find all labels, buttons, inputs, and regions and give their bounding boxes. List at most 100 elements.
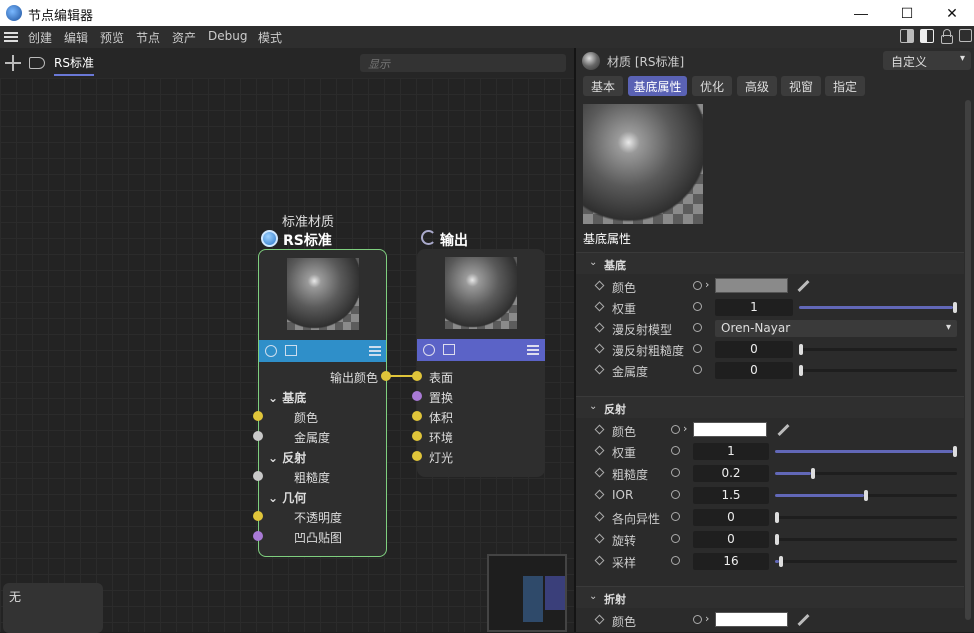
menu-preview[interactable]: 预览 (100, 29, 124, 46)
connect-circle-icon[interactable] (693, 281, 702, 290)
connect-circle-icon[interactable] (671, 490, 680, 499)
connect-circle-icon[interactable] (671, 425, 680, 434)
displacement-socket[interactable] (412, 391, 422, 401)
chevron-right-icon[interactable]: › (705, 278, 709, 291)
slider[interactable] (775, 534, 957, 545)
eyedropper-icon[interactable] (796, 613, 810, 627)
popout-icon[interactable] (959, 29, 972, 42)
menu-create[interactable]: 创建 (28, 29, 52, 46)
light-socket[interactable] (412, 451, 422, 461)
port-metalness-socket[interactable] (253, 431, 263, 441)
tab-optimize[interactable]: 优化 (692, 76, 732, 96)
group-geometry[interactable]: ⌄ 几何 (268, 489, 306, 506)
group-reflection-header[interactable]: ⌄ 反射 (576, 396, 964, 418)
slider[interactable] (799, 344, 957, 355)
number-field[interactable]: 0 (693, 531, 769, 548)
slider[interactable] (775, 446, 957, 457)
slider[interactable] (799, 302, 957, 313)
connect-circle-icon[interactable] (693, 302, 702, 311)
eyedropper-icon[interactable] (776, 423, 790, 437)
color-swatch[interactable] (715, 278, 788, 293)
group-base[interactable]: ⌄ 基底 (268, 389, 306, 406)
keyframe-icon[interactable] (594, 489, 605, 500)
port-bump-socket[interactable] (253, 531, 263, 541)
connect-circle-icon[interactable] (671, 446, 680, 455)
keyframe-icon[interactable] (594, 322, 605, 333)
chevron-right-icon[interactable]: › (683, 422, 687, 435)
port-opacity-socket[interactable] (253, 511, 263, 521)
connect-circle-icon[interactable] (671, 534, 680, 543)
connect-circle-icon[interactable] (671, 556, 680, 565)
image-icon[interactable] (285, 345, 297, 356)
group-refraction-header[interactable]: ⌄ 折射 (576, 586, 964, 608)
dollar-icon[interactable] (423, 344, 435, 356)
keyframe-icon[interactable] (594, 555, 605, 566)
dollar-icon[interactable] (265, 345, 277, 357)
environment-socket[interactable] (412, 431, 422, 441)
slider[interactable] (775, 512, 957, 523)
maximize-button[interactable]: ☐ (884, 0, 930, 26)
color-swatch[interactable] (715, 612, 788, 627)
close-button[interactable]: ✕ (929, 0, 974, 26)
keyframe-icon[interactable] (594, 301, 605, 312)
scrollbar[interactable] (965, 100, 971, 632)
tab-assign[interactable]: 指定 (825, 76, 865, 96)
hamburger-menu-icon[interactable] (4, 30, 18, 44)
slider[interactable] (775, 490, 957, 501)
keyframe-icon[interactable] (594, 614, 605, 625)
number-field[interactable]: 1 (693, 443, 769, 460)
connect-circle-icon[interactable] (693, 365, 702, 374)
keyframe-icon[interactable] (594, 533, 605, 544)
image-icon[interactable] (443, 344, 455, 355)
menu-edit[interactable]: 编辑 (64, 29, 88, 46)
material-preview[interactable] (583, 104, 703, 224)
diffuse-model-dropdown[interactable]: Oren-Nayar ▾ (715, 320, 957, 337)
keyframe-icon[interactable] (594, 445, 605, 456)
slider[interactable] (799, 365, 957, 376)
tab-basic[interactable]: 基本 (583, 76, 623, 96)
menu-mode[interactable]: 模式 (258, 29, 282, 46)
number-field[interactable]: 16 (693, 553, 769, 570)
slider[interactable] (775, 468, 957, 479)
minimize-button[interactable]: — (838, 0, 884, 26)
add-icon[interactable] (5, 55, 21, 71)
keyframe-icon[interactable] (594, 280, 605, 291)
slider[interactable] (775, 556, 957, 567)
lock-icon[interactable] (941, 29, 953, 44)
layout-right-icon[interactable] (920, 29, 934, 43)
connect-circle-icon[interactable] (671, 512, 680, 521)
color-swatch[interactable] (693, 422, 767, 437)
mode-dropdown[interactable]: 自定义 ▾ (883, 51, 971, 70)
list-icon[interactable] (527, 345, 539, 355)
surface-socket[interactable] (412, 371, 422, 381)
menu-assets[interactable]: 资产 (172, 29, 196, 46)
menu-debug[interactable]: Debug (208, 29, 247, 43)
menu-node[interactable]: 节点 (136, 29, 160, 46)
tab-advanced[interactable]: 高级 (737, 76, 777, 96)
number-field[interactable]: 0 (715, 341, 793, 358)
search-input[interactable]: 显示 (360, 54, 566, 72)
keyframe-icon[interactable] (594, 511, 605, 522)
layout-left-icon[interactable] (900, 29, 914, 43)
node-graph-canvas[interactable]: RS标准 显示 标准材质 RS标准 输出颜色 ⌄ 基底 颜色 金属度 ⌄ 反射 … (0, 48, 574, 633)
keyframe-icon[interactable] (594, 424, 605, 435)
tag-icon[interactable] (29, 57, 45, 69)
tab-viewport[interactable]: 视窗 (781, 76, 821, 96)
keyframe-icon[interactable] (594, 467, 605, 478)
number-field[interactable]: 0 (693, 509, 769, 526)
group-reflection[interactable]: ⌄ 反射 (268, 449, 306, 466)
port-color-socket[interactable] (253, 411, 263, 421)
number-field[interactable]: 1.5 (693, 487, 769, 504)
group-base-header[interactable]: ⌄ 基底 (576, 252, 964, 274)
eyedropper-icon[interactable] (796, 279, 810, 293)
tab-base-properties[interactable]: 基底属性 (628, 76, 687, 96)
keyframe-icon[interactable] (594, 364, 605, 375)
list-icon[interactable] (369, 346, 381, 356)
graph-tab-rs-standard[interactable]: RS标准 (54, 54, 94, 76)
connect-circle-icon[interactable] (671, 468, 680, 477)
number-field[interactable]: 0.2 (693, 465, 769, 482)
minimap[interactable] (487, 554, 567, 632)
port-roughness-socket[interactable] (253, 471, 263, 481)
number-field[interactable]: 1 (715, 299, 793, 316)
keyframe-icon[interactable] (594, 343, 605, 354)
